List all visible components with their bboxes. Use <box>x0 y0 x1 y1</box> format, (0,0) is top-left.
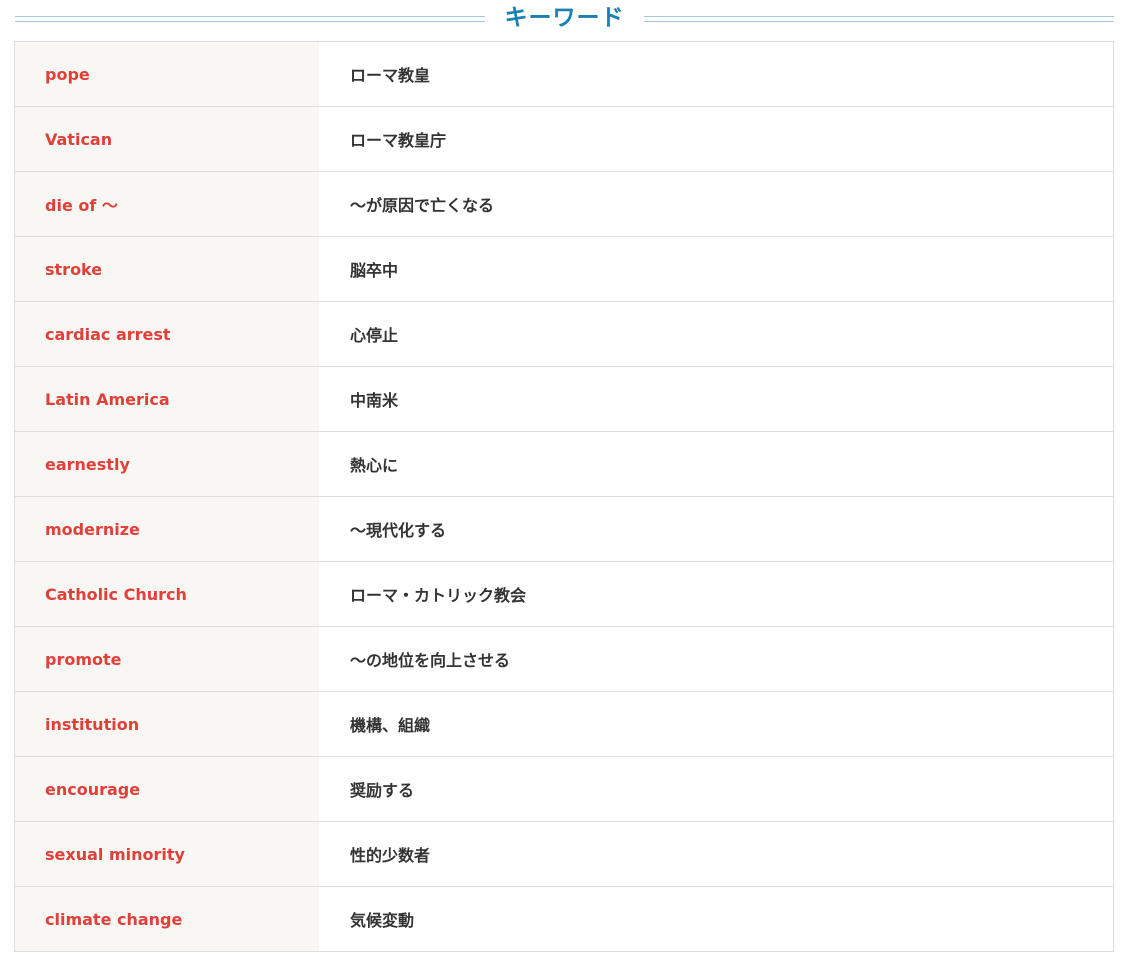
keyword-meaning: 機構、組織 <box>319 691 1114 757</box>
keyword-term: Latin America <box>14 366 319 432</box>
keyword-term: cardiac arrest <box>14 301 319 367</box>
heading-title: キーワード <box>504 5 625 31</box>
keyword-meaning: 奨励する <box>319 756 1114 822</box>
keyword-term: modernize <box>14 496 319 562</box>
keyword-term: institution <box>14 691 319 757</box>
keyword-term: earnestly <box>14 431 319 497</box>
table-row: promote 〜の地位を向上させる <box>14 626 1114 692</box>
keyword-meaning: 心停止 <box>319 301 1114 367</box>
keyword-term: Catholic Church <box>14 561 319 627</box>
keyword-meaning: 〜の地位を向上させる <box>319 626 1114 692</box>
keyword-table: pope ローマ教皇 Vatican ローマ教皇庁 die of 〜 〜が原因で… <box>14 41 1114 952</box>
keyword-term: stroke <box>14 236 319 302</box>
keyword-term: climate change <box>14 886 319 952</box>
table-row: climate change 気候変動 <box>14 886 1114 952</box>
keyword-meaning: ローマ教皇 <box>319 41 1114 107</box>
table-row: institution 機構、組織 <box>14 691 1114 757</box>
keyword-meaning: 気候変動 <box>319 886 1114 952</box>
table-row: Vatican ローマ教皇庁 <box>14 106 1114 172</box>
keyword-term: Vatican <box>14 106 319 172</box>
keyword-term: encourage <box>14 756 319 822</box>
keyword-meaning: 〜が原因で亡くなる <box>319 171 1114 237</box>
keyword-term: sexual minority <box>14 821 319 887</box>
table-row: cardiac arrest 心停止 <box>14 301 1114 367</box>
keyword-meaning: 〜現代化する <box>319 496 1114 562</box>
keyword-meaning: 性的少数者 <box>319 821 1114 887</box>
table-row: Latin America 中南米 <box>14 366 1114 432</box>
keyword-heading: キーワード <box>15 0 1114 38</box>
heading-rule-left <box>15 16 485 22</box>
keyword-meaning: ローマ・カトリック教会 <box>319 561 1114 627</box>
table-row: encourage 奨励する <box>14 756 1114 822</box>
keyword-meaning: 脳卒中 <box>319 236 1114 302</box>
table-row: sexual minority 性的少数者 <box>14 821 1114 887</box>
keyword-meaning: 中南米 <box>319 366 1114 432</box>
heading-rule-right <box>644 16 1114 22</box>
table-row: earnestly 熱心に <box>14 431 1114 497</box>
table-row: stroke 脳卒中 <box>14 236 1114 302</box>
table-row: modernize 〜現代化する <box>14 496 1114 562</box>
table-row: die of 〜 〜が原因で亡くなる <box>14 171 1114 237</box>
keyword-meaning: 熱心に <box>319 431 1114 497</box>
keyword-term: pope <box>14 41 319 107</box>
table-row: Catholic Church ローマ・カトリック教会 <box>14 561 1114 627</box>
table-row: pope ローマ教皇 <box>14 41 1114 107</box>
keyword-term: promote <box>14 626 319 692</box>
keyword-meaning: ローマ教皇庁 <box>319 106 1114 172</box>
keyword-term: die of 〜 <box>14 171 319 237</box>
